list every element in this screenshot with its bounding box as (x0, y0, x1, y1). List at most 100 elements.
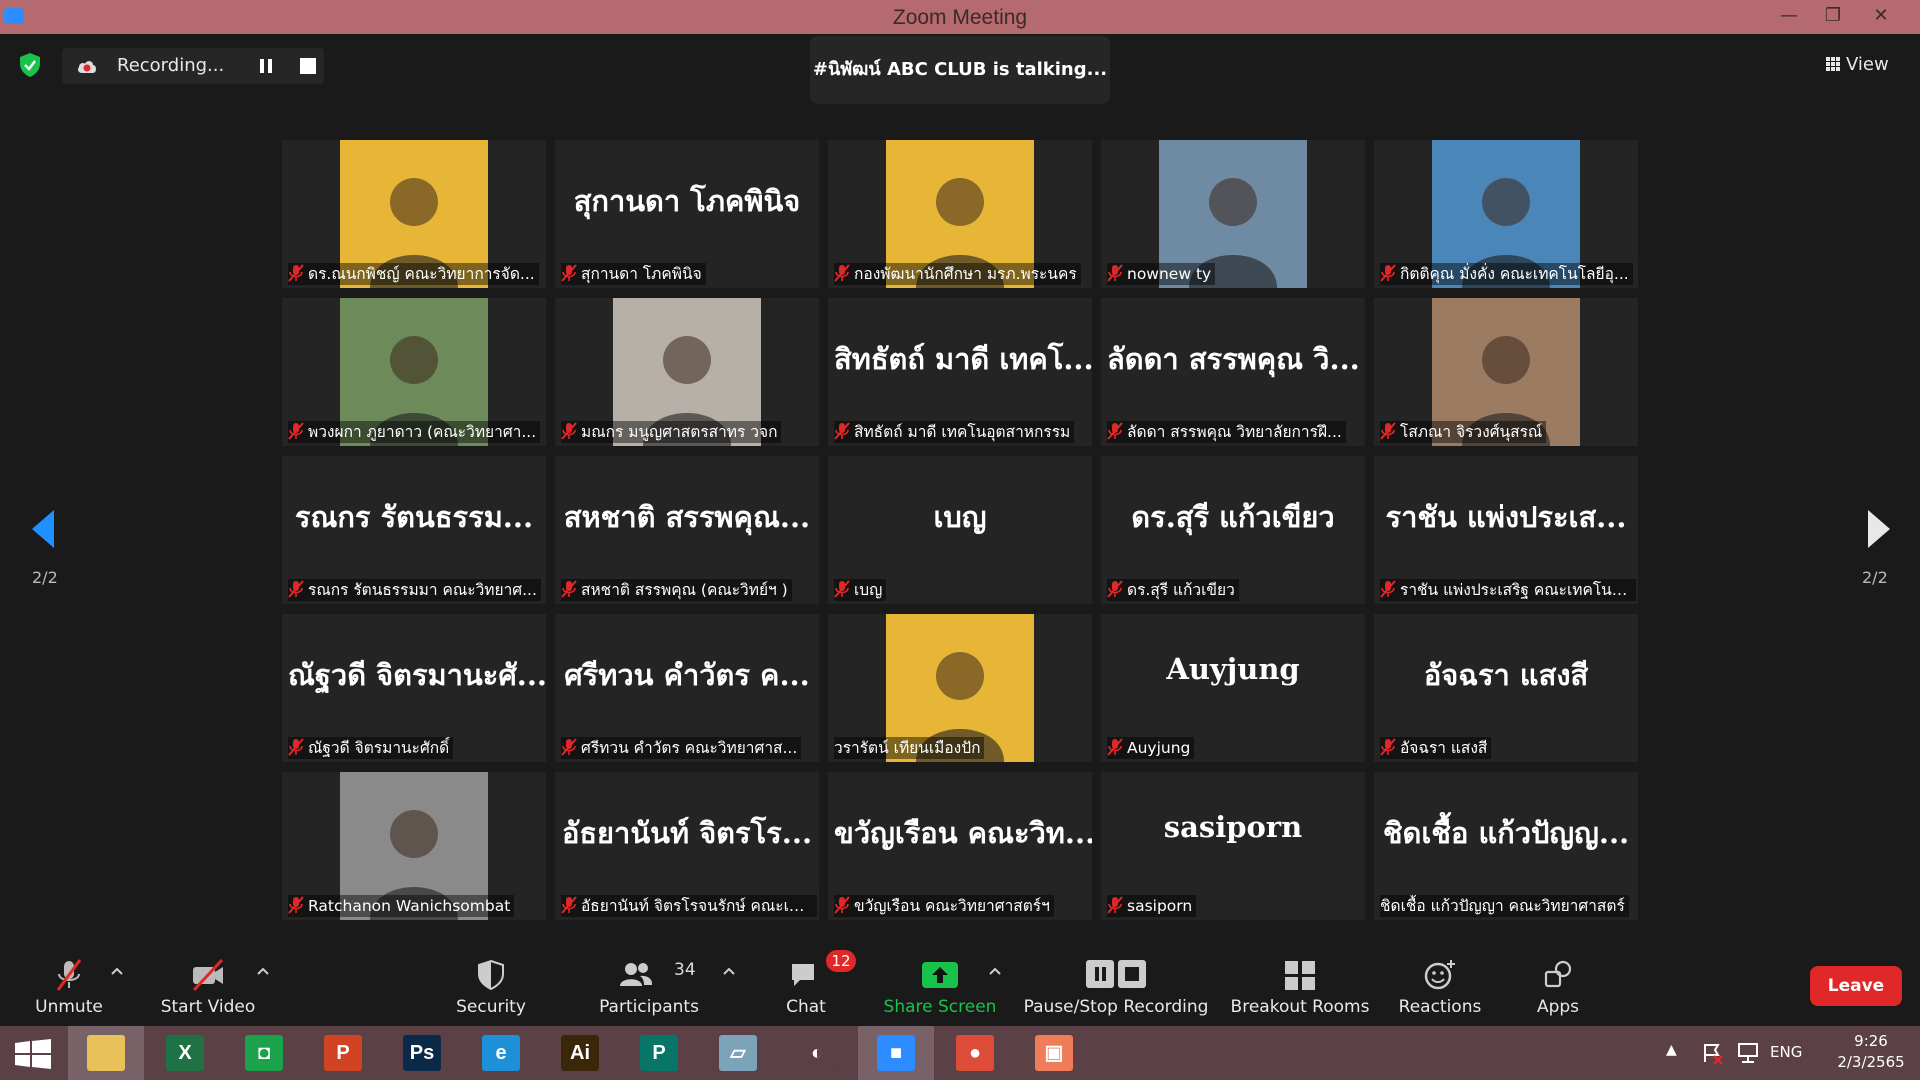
security-button[interactable]: Security (446, 944, 536, 1026)
start-video-button[interactable]: Start Video (158, 944, 258, 1026)
taskbar-app-paint[interactable]: ▣ (1016, 1026, 1092, 1080)
taskbar-app-notes[interactable]: ▱ (700, 1026, 776, 1080)
participant-tile[interactable]: อัจฉรา แสงสี อัจฉรา แสงสี (1374, 614, 1638, 762)
stop-recording-icon[interactable] (300, 58, 316, 74)
participant-tile[interactable]: sasiporn sasiporn (1101, 772, 1365, 920)
window-title: Zoom Meeting (892, 6, 1028, 29)
reactions-label: Reactions (1398, 997, 1482, 1017)
participant-name: มณกร มนูญศาสตรสาทร วจก (581, 423, 778, 441)
restore-button[interactable]: ❐ (1810, 0, 1856, 34)
participant-tile[interactable]: Auyjung Auyjung (1101, 614, 1365, 762)
participant-name-label: ณัฐวดี จิตรมานะศักดิ์ (288, 737, 454, 759)
minimize-button[interactable]: — (1766, 0, 1812, 34)
taskbar-app-chrome[interactable]: ● (937, 1026, 1013, 1080)
network-icon[interactable] (1736, 1042, 1760, 1064)
taskbar-app-illustrator[interactable]: Ai (542, 1026, 618, 1080)
photoscape-icon: ◐ (798, 1035, 836, 1071)
microphone-muted-icon (288, 738, 304, 756)
participant-name-label: ศรีทวน คำวัตร คณะวิทยาศาส... (561, 737, 802, 759)
chat-button[interactable]: 12 Chat (766, 944, 856, 1026)
active-speaker-banner: #นิพัฒน์ ABC CLUB is talking... (810, 36, 1110, 104)
participants-count: 34 (674, 960, 696, 980)
participant-name: ณัฐวดี จิตรมานะศักดิ์ (308, 739, 450, 757)
participant-tile[interactable]: รณกร รัตนธรรม... รณกร รัตนธรรมมา คณะวิทยา… (282, 456, 546, 604)
participant-name: ลัดดา สรรพคุณ วิทยาลัยการฝึ... (1127, 423, 1342, 441)
participant-tile[interactable]: อัธยานันท์ จิตรโร... อัธยานันท์ จิตรโรจนร… (555, 772, 819, 920)
participant-tile[interactable]: พวงผกา ภูยาดาว (คณะวิทยาศา... (282, 298, 546, 446)
participant-tile[interactable]: ขวัญเรือน คณะวิท... ขวัญเรือน คณะวิทยาศาส… (828, 772, 1092, 920)
participant-tile[interactable]: ณัฐวดี จิตรมานะศั... ณัฐวดี จิตรมานะศักดิ… (282, 614, 546, 762)
taskbar-app-store[interactable]: ◘ (226, 1026, 302, 1080)
next-page-arrow-icon[interactable] (1858, 504, 1898, 554)
encryption-shield-icon[interactable] (18, 52, 42, 78)
participant-tile[interactable]: สุกานดา โภคพินิจ สุกานดา โภคพินิจ (555, 140, 819, 288)
view-button[interactable]: View (1826, 48, 1908, 82)
participant-tile[interactable]: ลัดดา สรรพคุณ วิ... ลัดดา สรรพคุณ วิทยาลั… (1101, 298, 1365, 446)
participant-tile[interactable]: ศรีทวน คำวัตร ค... ศรีทวน คำวัตร คณะวิทยา… (555, 614, 819, 762)
participant-name: พวงผกา ภูยาดาว (คณะวิทยาศา... (308, 423, 537, 441)
participant-tile[interactable]: มณกร มนูญศาสตรสาทร วจก (555, 298, 819, 446)
microphone-muted-icon (288, 896, 304, 914)
participant-name: โสภณา จิรวงศ์นุสรณ์ (1400, 423, 1543, 441)
previous-page-arrow-icon[interactable] (26, 504, 66, 554)
participant-tile[interactable]: Ratchanon Wanichsombat (282, 772, 546, 920)
tray-overflow-icon[interactable]: ▲ (1666, 1042, 1677, 1058)
participant-name-label: ลัดดา สรรพคุณ วิทยาลัยการฝึ... (1107, 421, 1346, 443)
participant-display-name: ราชัน แพ่งประเส... (1385, 500, 1627, 534)
participant-tile[interactable]: สิทธัตถ์ มาดี เทคโ... สิทธัตถ์ มาดี เทคโน… (828, 298, 1092, 446)
apps-button[interactable]: Apps (1518, 944, 1598, 1026)
taskbar-app-publisher[interactable]: P (621, 1026, 697, 1080)
taskbar-app-file-explorer[interactable] (68, 1026, 144, 1080)
participant-display-name: Auyjung (1166, 652, 1300, 686)
participant-display-name: ขวัญเรือน คณะวิท... (834, 816, 1092, 850)
participant-tile[interactable]: กิตติคุณ มั่งคั่ง คณะเทคโนโลยีอุ... (1374, 140, 1638, 288)
participant-name: สิทธัตถ์ มาดี เทคโนอุตสาหกรรม (854, 423, 1071, 441)
video-options-caret-icon[interactable] (256, 966, 270, 976)
taskbar-app-excel[interactable]: X (147, 1026, 223, 1080)
participant-tile[interactable]: กองพัฒนานักศึกษา มรภ.พระนคร (828, 140, 1092, 288)
participant-tile[interactable]: โสภณา จิรวงศ์นุสรณ์ (1374, 298, 1638, 446)
taskbar-app-photoshop[interactable]: Ps (384, 1026, 460, 1080)
powerpoint-icon: P (324, 1035, 362, 1071)
pause-recording-icon[interactable] (257, 57, 275, 75)
participant-display-name: สิทธัตถ์ มาดี เทคโ... (834, 342, 1092, 376)
share-screen-icon (922, 962, 958, 988)
pause-stop-recording-button[interactable]: Pause/Stop Recording (1022, 944, 1210, 1026)
share-options-caret-icon[interactable] (988, 966, 1002, 976)
share-screen-label: Share Screen (883, 997, 997, 1017)
participant-name: อัจฉรา แสงสี (1400, 739, 1488, 757)
share-screen-button[interactable]: Share Screen (880, 944, 1000, 1026)
participant-tile[interactable]: ชิดเชื้อ แก้วปัญญ... ชิดเชื้อ แก้วปัญญา ค… (1374, 772, 1638, 920)
participant-name: ศรีทวน คำวัตร คณะวิทยาศาส... (581, 739, 798, 757)
participants-options-caret-icon[interactable] (722, 966, 736, 976)
participant-tile[interactable]: เบญ เบญ (828, 456, 1092, 604)
unmute-button[interactable]: Unmute (20, 944, 118, 1026)
chrome-icon: ● (956, 1035, 994, 1071)
participant-name-label: ขวัญเรือน คณะวิทยาศาสตร์ฯ (834, 895, 1054, 917)
taskbar-app-powerpoint[interactable]: P (305, 1026, 381, 1080)
participant-tile[interactable]: วรารัตน์ เทียนเมืองปัก (828, 614, 1092, 762)
taskbar-app-photoscape[interactable]: ◐ (779, 1026, 855, 1080)
security-shield-icon (478, 959, 504, 991)
participant-tile[interactable]: สหชาติ สรรพคุณ... สหชาติ สรรพคุณ (คณะวิทย… (555, 456, 819, 604)
participant-tile[interactable]: ดร.ณนกพิชญ์ คณะวิทยาการจัด... (282, 140, 546, 288)
taskbar-app-zoom[interactable]: ■ (858, 1026, 934, 1080)
participant-name-label: วรารัตน์ เทียนเมืองปัก (834, 737, 985, 759)
reactions-button[interactable]: Reactions (1396, 944, 1484, 1026)
participant-tile[interactable]: ดร.สุรี แก้วเขียว ดร.สุรี แก้วเขียว (1101, 456, 1365, 604)
breakout-rooms-button[interactable]: Breakout Rooms (1228, 944, 1372, 1026)
input-language[interactable]: ENG (1770, 1043, 1802, 1061)
taskbar-app-internet-explorer[interactable]: e (463, 1026, 539, 1080)
audio-options-caret-icon[interactable] (110, 966, 124, 976)
participant-name-label: พวงผกา ภูยาดาว (คณะวิทยาศา... (288, 421, 541, 443)
windows-start-icon[interactable] (14, 1039, 52, 1069)
leave-button[interactable]: Leave (1810, 966, 1902, 1006)
clock[interactable]: 9:26 2/3/2565 (1828, 1031, 1914, 1073)
close-button[interactable]: ✕ (1858, 0, 1904, 34)
clock-time: 9:26 (1854, 1032, 1888, 1050)
participant-tile[interactable]: nownew ty (1101, 140, 1365, 288)
participants-button[interactable]: 34 Participants (594, 944, 704, 1026)
action-center-flag-icon[interactable] (1702, 1042, 1724, 1064)
breakout-rooms-label: Breakout Rooms (1230, 997, 1370, 1017)
participant-tile[interactable]: ราชัน แพ่งประเส... ราชัน แพ่งประเสริฐ คณะ… (1374, 456, 1638, 604)
